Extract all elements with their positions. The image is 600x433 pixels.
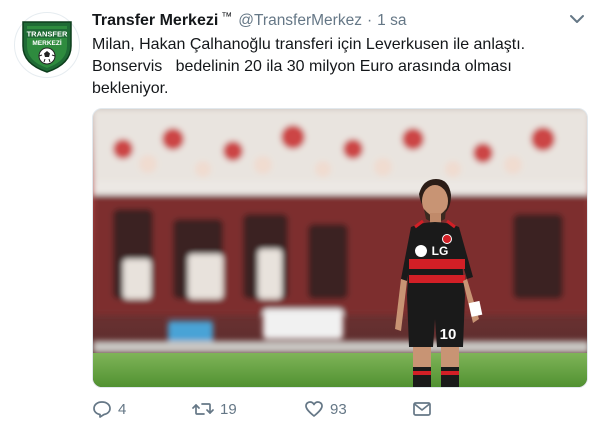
logo-line2: MERKEZİ	[32, 39, 61, 47]
retweet-icon	[192, 403, 214, 415]
tweet-header: Transfer Merkezi ™ @TransferMerkez · 1 s…	[92, 10, 406, 32]
retweet-count: 19	[220, 400, 237, 418]
trademark-mark: ™	[221, 11, 233, 23]
like-count: 93	[330, 400, 347, 418]
jersey-number: 10	[440, 326, 457, 343]
caret-down-icon[interactable]	[568, 12, 586, 26]
avatar[interactable]: TRANSFER MERKEZİ	[14, 12, 80, 78]
tweet-photo[interactable]: LG 10	[92, 108, 588, 388]
player-photo: LG 10	[93, 109, 587, 387]
transfer-merkezi-logo: TRANSFER MERKEZİ	[22, 21, 72, 73]
tweet[interactable]: TRANSFER MERKEZİ Transfer Merkezi ™ @Tra…	[0, 0, 600, 433]
direct-message-icon	[413, 402, 431, 416]
reply-icon	[93, 401, 111, 418]
retweet-button[interactable]: 19	[192, 398, 237, 420]
direct-message-button[interactable]	[412, 398, 438, 420]
display-name[interactable]: Transfer Merkezi	[92, 12, 218, 30]
timestamp[interactable]: 1 sa	[377, 12, 406, 30]
tweet-actions: 4 19 93	[92, 398, 592, 420]
jersey-brand: LG	[432, 244, 449, 258]
separator: ·	[366, 12, 373, 29]
like-icon	[305, 401, 323, 417]
tweet-text: Milan, Hakan Çalhanoğlu transferi için L…	[92, 36, 526, 97]
like-button[interactable]: 93	[304, 398, 347, 420]
user-handle[interactable]: @TransferMerkez	[238, 12, 362, 30]
reply-button[interactable]: 4	[92, 398, 126, 420]
reply-count: 4	[118, 400, 127, 418]
logo-line1: TRANSFER	[27, 30, 68, 39]
